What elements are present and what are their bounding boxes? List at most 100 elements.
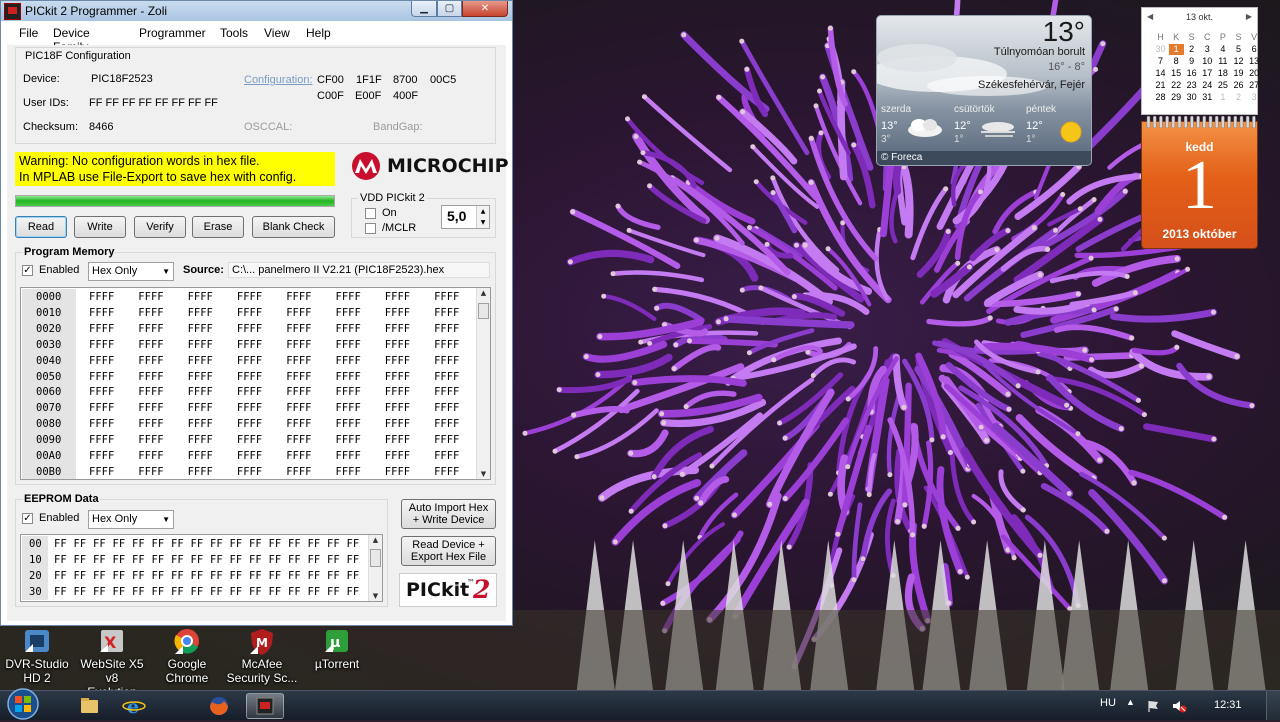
eeprom-cell[interactable]: FF <box>191 536 204 552</box>
vdd-on-checkbox[interactable] <box>365 208 376 219</box>
eeprom-cell[interactable]: FF <box>288 552 301 568</box>
memory-cell[interactable]: FFFF <box>434 337 459 353</box>
calendar-day[interactable]: 14 <box>1153 68 1168 79</box>
memory-cell[interactable]: FFFF <box>336 353 361 369</box>
memory-cell[interactable]: FFFF <box>286 369 311 385</box>
memory-cell[interactable]: FFFF <box>336 369 361 385</box>
calendar-day[interactable]: 2 <box>1231 92 1246 103</box>
calendar-day[interactable]: 24 <box>1200 80 1215 91</box>
eeprom-cell[interactable]: FF <box>152 584 165 600</box>
memory-cell[interactable]: FFFF <box>336 416 361 432</box>
write-button[interactable]: Write <box>74 216 126 238</box>
memory-cell[interactable]: FFFF <box>89 337 114 353</box>
configuration-link[interactable]: Configuration: <box>244 74 313 86</box>
memory-cell[interactable]: FFFF <box>385 353 410 369</box>
mclr-checkbox[interactable] <box>365 223 376 234</box>
start-button[interactable] <box>3 687 43 721</box>
memory-cell[interactable]: FFFF <box>89 321 114 337</box>
eeprom-cell[interactable]: FF <box>288 584 301 600</box>
memory-cell[interactable]: FFFF <box>138 321 163 337</box>
eeprom-cell[interactable]: FF <box>132 568 145 584</box>
eeprom-cell[interactable]: FF <box>210 552 223 568</box>
program-memory-enabled-checkbox[interactable]: ✓ <box>22 265 33 276</box>
eeprom-cell[interactable]: FF <box>171 584 184 600</box>
explorer-icon[interactable] <box>70 693 108 719</box>
calendar-day[interactable]: 13 <box>1247 56 1262 67</box>
eeprom-cell[interactable]: FF <box>113 584 126 600</box>
eeprom-cell[interactable]: FF <box>93 568 106 584</box>
memory-cell[interactable]: FFFF <box>89 289 114 305</box>
memory-cell[interactable]: FFFF <box>286 400 311 416</box>
memory-cell[interactable]: FFFF <box>237 369 262 385</box>
calendar-day[interactable]: 22 <box>1169 80 1184 91</box>
memory-cell[interactable]: FFFF <box>89 384 114 400</box>
spinner-down-icon[interactable]: ▼ <box>476 217 489 228</box>
calendar-day[interactable]: 30 <box>1153 44 1168 55</box>
memory-cell[interactable]: FFFF <box>138 305 163 321</box>
eeprom-cell[interactable]: FF <box>347 568 360 584</box>
memory-cell[interactable]: FFFF <box>286 305 311 321</box>
eeprom-cell[interactable]: FF <box>327 552 340 568</box>
scroll-up-icon[interactable]: ▲ <box>477 289 490 297</box>
memory-cell[interactable]: FFFF <box>336 464 361 479</box>
memory-cell[interactable]: FFFF <box>385 289 410 305</box>
memory-cell[interactable]: FFFF <box>336 289 361 305</box>
memory-cell[interactable]: FFFF <box>237 353 262 369</box>
calendar-day[interactable]: 5 <box>1231 44 1246 55</box>
memory-cell[interactable]: FFFF <box>237 416 262 432</box>
blank-check-button[interactable]: Blank Check <box>252 216 335 238</box>
scroll-down-icon[interactable]: ▼ <box>369 592 382 600</box>
eeprom-cell[interactable]: FF <box>132 536 145 552</box>
eeprom-cell[interactable]: FF <box>210 584 223 600</box>
memory-cell[interactable]: FFFF <box>434 448 459 464</box>
calendar-day[interactable]: 30 <box>1184 92 1199 103</box>
eeprom-cell[interactable]: FF <box>327 584 340 600</box>
read-button[interactable]: Read <box>15 216 67 238</box>
memory-cell[interactable]: FFFF <box>434 464 459 479</box>
memory-cell[interactable]: FFFF <box>336 400 361 416</box>
desktop-icon-website-x5[interactable]: X WebSite X5 v8 Evolution <box>76 627 148 699</box>
memory-cell[interactable]: FFFF <box>89 305 114 321</box>
eeprom-cell[interactable]: FF <box>288 568 301 584</box>
eeprom-cell[interactable]: FF <box>54 552 67 568</box>
eeprom-cell[interactable]: FF <box>191 584 204 600</box>
memory-cell[interactable]: FFFF <box>89 464 114 479</box>
memory-cell[interactable]: FFFF <box>286 416 311 432</box>
eeprom-cell[interactable]: FF <box>308 552 321 568</box>
memory-cell[interactable]: FFFF <box>138 289 163 305</box>
program-memory-grid[interactable]: 0000 FFFF FFFF FFFF FFFF FFFF FFFF FFFF FFFF 0010… <box>20 287 491 480</box>
memory-cell[interactable]: FFFF <box>138 464 163 479</box>
memory-cell[interactable]: FFFF <box>237 384 262 400</box>
eeprom-cell[interactable]: FF <box>93 584 106 600</box>
eeprom-cell[interactable]: FF <box>152 568 165 584</box>
memory-cell[interactable]: FFFF <box>286 321 311 337</box>
memory-cell[interactable]: FFFF <box>188 432 213 448</box>
close-button[interactable]: ✕ <box>462 1 508 17</box>
memory-cell[interactable]: FFFF <box>434 369 459 385</box>
memory-cell[interactable]: FFFF <box>336 432 361 448</box>
eeprom-cell[interactable]: FF <box>191 568 204 584</box>
calendar-day[interactable]: 21 <box>1153 80 1168 91</box>
desktop-icon-mcafee[interactable]: M McAfee Security Sc... <box>226 627 298 685</box>
scroll-thumb[interactable] <box>478 303 489 319</box>
memory-cell[interactable]: FFFF <box>336 321 361 337</box>
pickit-icon[interactable] <box>246 693 284 719</box>
menu-tools[interactable]: Tools <box>220 26 248 40</box>
memory-cell[interactable]: FFFF <box>385 448 410 464</box>
memory-cell[interactable]: FFFF <box>89 353 114 369</box>
memory-cell[interactable]: FFFF <box>286 448 311 464</box>
calendar-day[interactable]: 9 <box>1184 56 1199 67</box>
eeprom-mode-select[interactable]: Hex Only ▼ <box>88 510 174 529</box>
calendar-day[interactable]: 20 <box>1247 68 1262 79</box>
calendar-day[interactable]: 29 <box>1169 92 1184 103</box>
eeprom-cell[interactable]: FF <box>347 552 360 568</box>
memory-cell[interactable]: FFFF <box>336 305 361 321</box>
eeprom-cell[interactable]: FF <box>74 584 87 600</box>
memory-cell[interactable]: FFFF <box>237 337 262 353</box>
action-center-flag-icon[interactable] <box>1146 699 1160 713</box>
memory-cell[interactable]: FFFF <box>138 337 163 353</box>
memory-cell[interactable]: FFFF <box>237 432 262 448</box>
memory-cell[interactable]: FFFF <box>188 384 213 400</box>
memory-cell[interactable]: FFFF <box>286 289 311 305</box>
calendar-day[interactable]: 31 <box>1200 92 1215 103</box>
